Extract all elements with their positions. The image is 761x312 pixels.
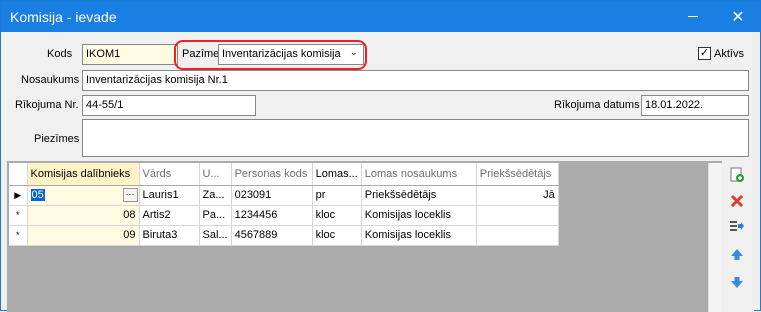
u-cell[interactable]: Pa... (199, 205, 232, 226)
col-header-priekssedetajs[interactable]: Priekšsēdētājs (476, 163, 559, 186)
nosaukums-field[interactable]: Inventarizācijas komisija Nr.1 (82, 70, 749, 91)
col-header-u[interactable]: U... (199, 163, 232, 186)
rikojuma-datums-label: Rīkojuma datums (554, 99, 640, 111)
kods-label: Kods (47, 48, 73, 60)
grid-header-row: Komisijas dalībnieks Vārds U... Personas… (9, 163, 559, 186)
add-row-icon (730, 167, 744, 182)
window-title: Komisija - ievade (10, 9, 117, 25)
ellipsis-button[interactable]: ··· (122, 187, 138, 202)
grid-corner (9, 163, 28, 186)
row-indicator: * (9, 205, 28, 226)
minimize-button[interactable] (671, 1, 715, 32)
vards-cell[interactable]: Biruta3 (139, 225, 200, 246)
loma-cell[interactable]: kloc (312, 225, 362, 246)
insert-row-icon (730, 221, 744, 231)
members-grid: Komisijas dalībnieks Vārds U... Personas… (9, 163, 559, 246)
u-cell[interactable]: Za... (199, 185, 232, 206)
priekssedetajs-cell[interactable] (476, 205, 559, 226)
title-bar: Komisija - ievade ✕ (1, 1, 760, 32)
col-header-loma[interactable]: Lomas... (312, 163, 362, 186)
grid-scrollbar[interactable] (708, 163, 722, 312)
col-header-lomas-nosaukums[interactable]: Lomas nosaukums (361, 163, 477, 186)
lomas-nosaukums-cell[interactable]: Komisijas loceklis (361, 205, 477, 226)
personas-kods-cell[interactable]: 023091 (231, 185, 313, 206)
nosaukums-label: Nosaukums (21, 74, 80, 86)
move-up-icon (731, 249, 743, 260)
lomas-nosaukums-cell[interactable]: Priekšsēdētājs (361, 185, 477, 206)
member-value: 05 (30, 189, 45, 201)
move-down-icon (731, 277, 743, 288)
close-button[interactable]: ✕ (716, 1, 760, 32)
vards-cell[interactable]: Artis2 (139, 205, 200, 226)
member-cell-current[interactable]: 05 ··· (27, 185, 140, 206)
add-row-button[interactable] (728, 166, 746, 184)
priekssedetajs-cell[interactable] (476, 225, 559, 246)
priekssedetajs-cell[interactable]: Jā (476, 185, 559, 206)
personas-kods-cell[interactable]: 4567889 (231, 225, 313, 246)
aktivs-label: Aktīvs (714, 48, 744, 60)
piezimes-field[interactable] (82, 119, 749, 157)
row-indicator: ▶ (9, 185, 28, 206)
personas-kods-cell[interactable]: 1234456 (231, 205, 313, 226)
vards-cell[interactable]: Lauris1 (139, 185, 200, 206)
kods-field[interactable]: IKOM1 (82, 44, 178, 65)
col-header-vards[interactable]: Vārds (139, 163, 200, 186)
rikojuma-datums-field[interactable]: 18.01.2022. (641, 95, 749, 116)
highlight-ring (174, 40, 367, 70)
loma-cell[interactable]: pr (312, 185, 362, 206)
row-indicator: * (9, 225, 28, 246)
rikojuma-nr-label: Rīkojuma Nr. (15, 99, 79, 111)
aktivs-checkbox[interactable]: ✓ (698, 47, 711, 60)
table-row[interactable]: ▶ 05 ··· Lauris1 Za... 023091 pr Priekšs… (9, 185, 559, 206)
u-cell[interactable]: Sal... (199, 225, 232, 246)
rikojuma-nr-field[interactable]: 44-55/1 (82, 95, 256, 116)
table-row[interactable]: * 09 Biruta3 Sal... 4567889 kloc Komisij… (9, 225, 559, 246)
minimize-icon (688, 16, 698, 17)
delete-row-button[interactable] (728, 192, 746, 210)
dialog-window: Komisija - ievade ✕ Kods IKOM1 Pazīme In… (0, 0, 761, 312)
col-header-personas-kods[interactable]: Personas kods (231, 163, 313, 186)
loma-cell[interactable]: kloc (312, 205, 362, 226)
table-row[interactable]: * 08 Artis2 Pa... 1234456 kloc Komisijas… (9, 205, 559, 226)
insert-row-button[interactable] (728, 218, 746, 236)
member-cell[interactable]: 09 (27, 225, 140, 246)
lomas-nosaukums-cell[interactable]: Komisijas loceklis (361, 225, 477, 246)
move-down-button[interactable] (728, 273, 746, 291)
piezimes-label: Piezīmes (34, 133, 80, 145)
move-up-button[interactable] (728, 246, 746, 264)
col-header-member[interactable]: Komisijas dalībnieks (27, 163, 140, 186)
delete-row-icon (730, 194, 744, 208)
member-cell[interactable]: 08 (27, 205, 140, 226)
